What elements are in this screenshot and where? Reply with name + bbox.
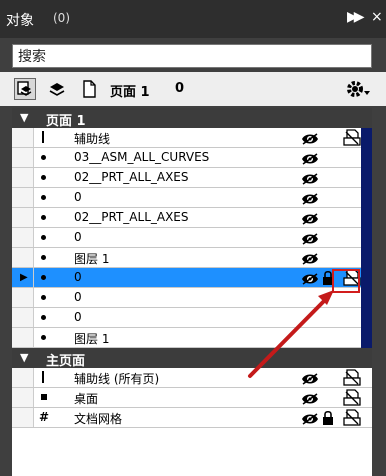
row-gutter: [12, 368, 34, 387]
objects-panel: 对象 (0) ▶▶ × 页面 1 0 ▼ 页面 1 辅助线 03__ASM_ALL_C…: [0, 0, 386, 476]
row-gutter: [12, 148, 34, 167]
object-label: 辅助线: [74, 132, 111, 146]
layers-icon[interactable]: [46, 78, 68, 100]
object-label: 02__PRT_ALL_AXES: [74, 170, 189, 184]
object-row[interactable]: ▶ 0: [12, 268, 372, 288]
collapse-triangle-icon[interactable]: ▼: [20, 111, 28, 124]
object-label: 图层 1: [74, 252, 110, 266]
page-group-label: 主页面: [46, 354, 86, 369]
layer-dot-icon: [41, 315, 46, 320]
expand-arrow-icon[interactable]: ▶: [20, 272, 28, 283]
object-tree: ▼ 页面 1 辅助线 03__ASM_ALL_CURVES 02__PRT_ALL_AX…: [12, 108, 372, 476]
object-row[interactable]: # 文档网格: [12, 408, 372, 428]
object-count: (0): [53, 11, 70, 25]
row-gutter: [12, 228, 34, 247]
page-icon[interactable]: [78, 78, 100, 100]
collapse-triangle-icon[interactable]: ▼: [20, 351, 28, 364]
row-gutter: [12, 248, 34, 267]
object-row[interactable]: 0: [12, 228, 372, 248]
object-label: 03__ASM_ALL_CURVES: [74, 150, 210, 164]
layer-dot-icon: [41, 295, 46, 300]
row-gutter: [12, 288, 34, 307]
row-gutter: [12, 388, 34, 407]
object-row[interactable]: 0: [12, 188, 372, 208]
row-gutter: [12, 188, 34, 207]
object-row[interactable]: 0: [12, 288, 372, 308]
page-group-header[interactable]: ▼ 主页面: [12, 348, 372, 369]
object-label: 桌面: [74, 392, 99, 406]
page-group-label: 页面 1: [46, 114, 86, 129]
show-layers-icon[interactable]: [14, 78, 36, 100]
object-label: 辅助线 (所有页): [74, 372, 160, 386]
object-label: 02__PRT_ALL_AXES: [74, 210, 189, 224]
visibility-eye-icon[interactable]: [301, 411, 319, 430]
layer-dot-icon: [41, 215, 46, 220]
lock-icon[interactable]: [322, 410, 334, 430]
layer-dot-icon: [41, 255, 46, 260]
layer-dot-icon: [41, 275, 46, 280]
layer-dot-icon: [41, 155, 46, 160]
object-row[interactable]: 图层 1: [12, 248, 372, 268]
object-row[interactable]: 0: [12, 308, 372, 328]
object-label: 0: [74, 230, 82, 244]
panel-titlebar: 对象 (0) ▶▶ ×: [0, 0, 386, 38]
object-label: 0: [74, 310, 82, 324]
object-row[interactable]: 02__PRT_ALL_AXES: [12, 208, 372, 228]
objects-toolbar: 页面 1 0: [0, 72, 386, 106]
object-row[interactable]: 桌面: [12, 388, 372, 408]
object-label: 0: [74, 270, 82, 284]
object-row[interactable]: 图层 1: [12, 328, 372, 348]
search-box[interactable]: [12, 44, 372, 68]
row-gutter: [12, 208, 34, 227]
row-gutter: [12, 308, 34, 327]
highlight-box: [332, 269, 360, 293]
guide-icon: [42, 131, 44, 143]
object-label: 图层 1: [74, 332, 110, 346]
layer-dot-icon: [41, 195, 46, 200]
search-input[interactable]: [13, 45, 371, 67]
row-gutter: [12, 408, 34, 427]
gear-icon[interactable]: [345, 78, 371, 104]
object-row[interactable]: 02__PRT_ALL_AXES: [12, 168, 372, 188]
layer-dot-icon: [41, 235, 46, 240]
close-icon[interactable]: ×: [371, 9, 383, 25]
guide-icon: [42, 371, 44, 383]
panel-title: 对象: [6, 13, 34, 29]
layer-dot-icon: [41, 335, 46, 340]
expand-panel-icon[interactable]: ▶▶: [347, 9, 364, 25]
object-row[interactable]: 辅助线: [12, 128, 372, 148]
row-gutter: [12, 328, 34, 347]
current-page-name: 页面 1: [110, 85, 150, 100]
page-group-header[interactable]: ▼ 页面 1: [12, 108, 372, 129]
object-row[interactable]: 辅助线 (所有页): [12, 368, 372, 388]
vertical-scrollbar[interactable]: [361, 128, 372, 348]
printable-icon[interactable]: [342, 409, 362, 431]
row-gutter: [12, 128, 34, 147]
object-label: 0: [74, 190, 82, 204]
layer-dot-icon: [41, 175, 46, 180]
grid-icon: #: [39, 410, 50, 424]
current-page-count: 0: [175, 81, 185, 96]
object-label: 文档网格: [74, 412, 123, 426]
row-gutter: [12, 168, 34, 187]
desktop-icon: [41, 394, 47, 400]
object-row[interactable]: 03__ASM_ALL_CURVES: [12, 148, 372, 168]
object-label: 0: [74, 290, 82, 304]
